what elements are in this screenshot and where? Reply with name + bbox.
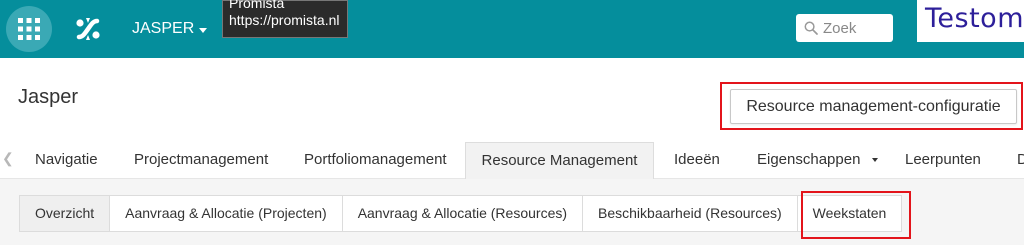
subtab-beschikbaarheid-resources[interactable]: Beschikbaarheid (Resources)	[583, 196, 798, 231]
subtab-label: Beschikbaarheid (Resources)	[598, 205, 782, 221]
subtab-overzicht[interactable]: Overzicht	[20, 196, 111, 231]
subtab-weekstaten[interactable]: Weekstaten	[797, 196, 902, 231]
tab-overflow[interactable]: D	[1017, 141, 1024, 179]
search-box[interactable]	[796, 14, 893, 42]
link-tooltip: Promista https://promista.nl	[222, 0, 348, 38]
resource-management-config-button[interactable]: Resource management-configuratie	[730, 89, 1017, 124]
subtab-aanvraag-allocatie-resources[interactable]: Aanvraag & Allocatie (Resources)	[342, 196, 584, 231]
tab-leerpunten[interactable]: Leerpunten	[905, 141, 981, 179]
search-input[interactable]	[823, 19, 893, 37]
tab-ideeen[interactable]: Ideeën	[674, 141, 720, 179]
top-bar: JASPER Promista https://promista.nl Test…	[0, 0, 1024, 58]
promista-logo-icon[interactable]	[73, 14, 103, 44]
chevron-left-icon[interactable]: ❮	[2, 150, 14, 167]
page-title: Jasper	[18, 86, 79, 108]
brand-banner: Testomg	[917, 0, 1024, 42]
subtab-label: Aanvraag & Allocatie (Resources)	[357, 205, 568, 221]
subtab-aanvraag-allocatie-projecten[interactable]: Aanvraag & Allocatie (Projecten)	[110, 196, 343, 231]
tooltip-title: Promista	[229, 0, 285, 11]
site-switcher[interactable]: JASPER	[132, 19, 208, 39]
tab-portfoliomanagement[interactable]: Portfoliomanagement	[304, 141, 447, 179]
tab-navigatie[interactable]: Navigatie	[35, 141, 98, 179]
app-launcher-button[interactable]	[6, 6, 52, 52]
main-tabs: ❮ Navigatie Projectmanagement Portfoliom…	[0, 141, 1024, 179]
subtab-label: Weekstaten	[812, 205, 887, 221]
app-launcher-icon	[18, 18, 40, 40]
tab-label: Portfoliomanagement	[304, 151, 447, 168]
brand-text: Testomg	[925, 3, 1024, 34]
tooltip-url: https://promista.nl	[229, 12, 340, 28]
tab-eigenschappen[interactable]: Eigenschappen	[757, 141, 878, 179]
tab-label: Eigenschappen	[757, 151, 861, 168]
tab-label: D	[1017, 151, 1024, 168]
site-name: JASPER	[132, 20, 195, 37]
subtab-label: Aanvraag & Allocatie (Projecten)	[125, 205, 327, 221]
tab-projectmanagement[interactable]: Projectmanagement	[134, 141, 268, 179]
subtab-label: Overzicht	[35, 205, 95, 221]
tab-label: Leerpunten	[905, 151, 981, 168]
sub-tabs: Overzicht Aanvraag & Allocatie (Projecte…	[19, 195, 903, 232]
search-icon	[804, 21, 818, 35]
tab-label: Projectmanagement	[134, 151, 269, 168]
tab-label: Ideeën	[674, 151, 720, 168]
caret-down-icon	[871, 158, 878, 163]
tab-label: Resource Management	[481, 152, 638, 169]
tab-resource-management[interactable]: Resource Management	[465, 142, 654, 179]
tab-label: Navigatie	[35, 151, 98, 168]
caret-down-icon	[199, 27, 208, 33]
